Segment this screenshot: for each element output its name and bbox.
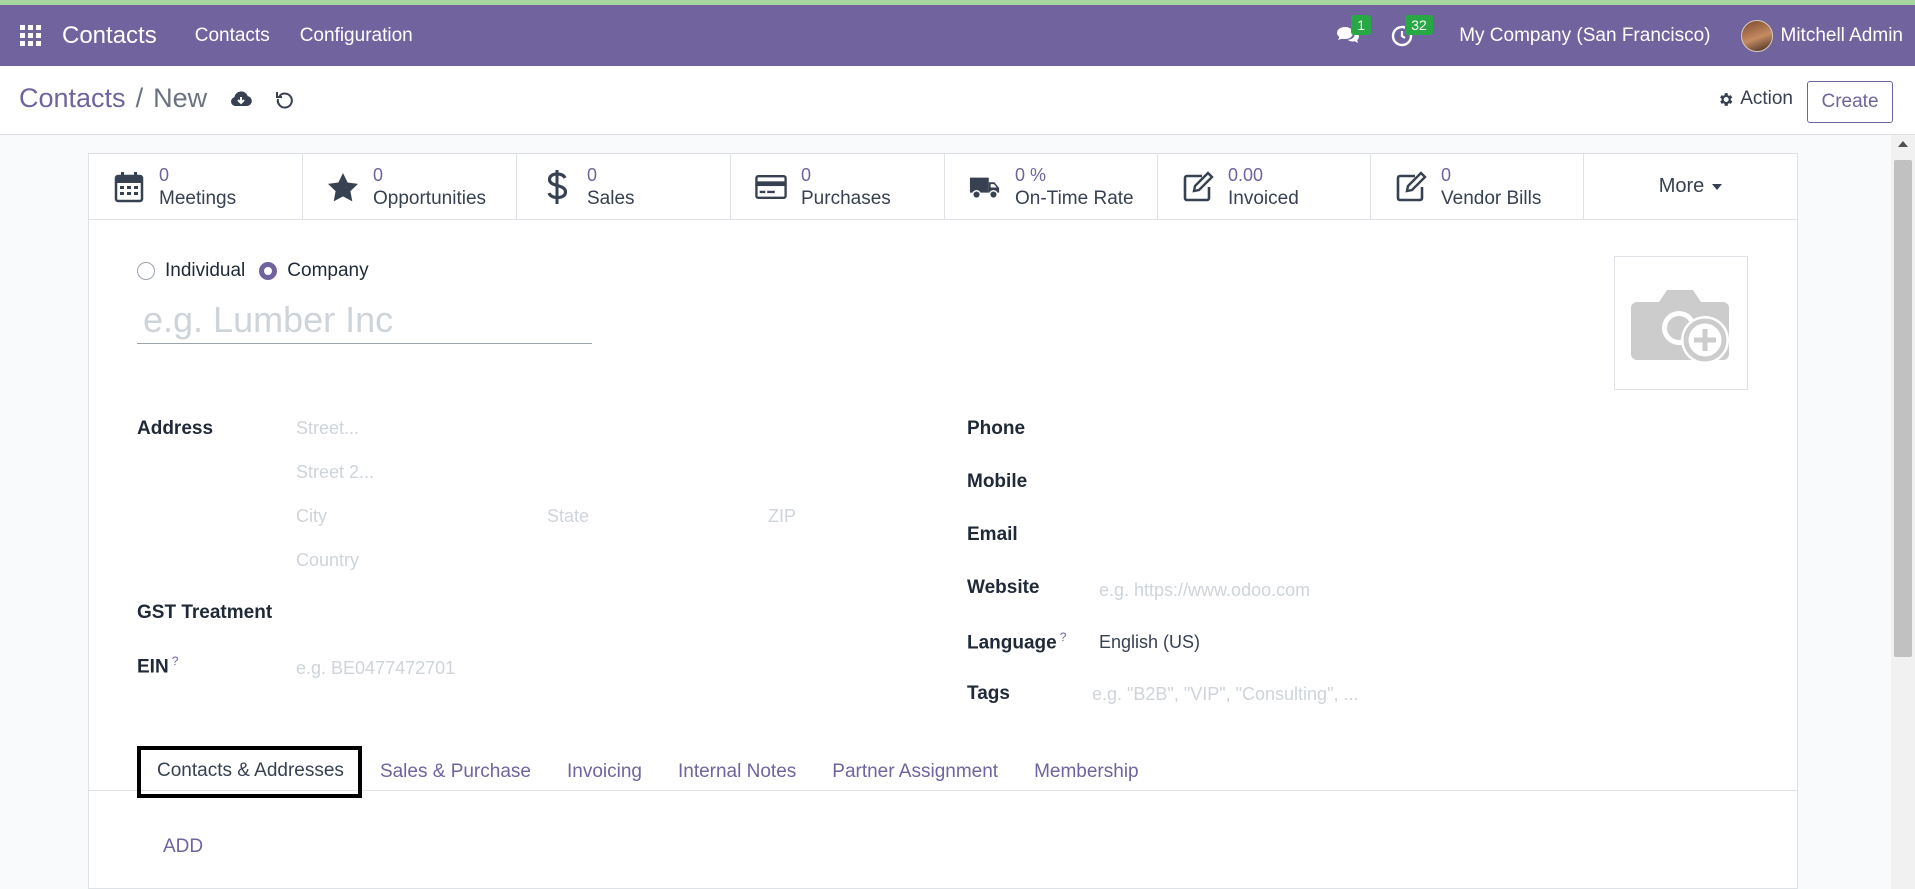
action-label: Action [1740,88,1793,109]
opportunities-smart-button[interactable]: 0 Opportunities [303,154,517,220]
on-time-rate-smart-button[interactable]: 0 % On-Time Rate [945,154,1158,220]
website-label: Website [967,577,1040,598]
tab-sales-purchase[interactable]: Sales & Purchase [380,761,531,783]
messages-icon[interactable]: 1 [1333,14,1371,51]
street2-input[interactable] [296,462,696,483]
tags-input[interactable] [1092,684,1512,705]
company-switcher[interactable]: My Company (San Francisco) [1459,25,1710,47]
activities-clock-icon[interactable]: 32 [1387,14,1433,51]
vendor-bills-count: 0 [1441,165,1452,185]
city-input[interactable] [296,506,496,527]
action-menu-button[interactable]: Action [1717,88,1793,110]
language-select[interactable]: English (US) [1099,632,1200,653]
menu-contacts[interactable]: Contacts [195,25,270,47]
tab-contacts-addresses[interactable]: Contacts & Addresses [137,746,362,798]
edit-icon [1395,170,1427,204]
street-input[interactable] [296,418,696,439]
meetings-smart-button[interactable]: 0 Meetings [89,154,303,220]
control-panel: Contacts / New Action Create [0,66,1915,135]
company-radio[interactable] [259,262,278,280]
tags-label: Tags [967,683,1010,704]
scroll-thumb[interactable] [1894,160,1912,657]
country-select[interactable] [296,550,696,571]
state-select[interactable] [547,506,747,527]
address-label: Address [137,418,214,439]
page-scrollbar[interactable] [1891,135,1915,889]
meetings-label: Meetings [159,188,237,209]
user-avatar[interactable] [1740,19,1773,52]
vendor-bills-smart-button[interactable]: 0 Vendor Bills [1371,154,1584,220]
ein-help-icon[interactable]: ? [172,654,179,668]
tab-invoicing[interactable]: Invoicing [567,761,642,783]
caret-down-icon [1712,183,1723,190]
meetings-count: 0 [159,165,170,185]
star-icon [327,170,359,204]
scroll-up-arrow-icon[interactable] [1898,141,1908,147]
truck-icon [969,170,1001,204]
invoiced-smart-button[interactable]: 0.00 Invoiced [1158,154,1371,220]
breadcrumb-separator: / [135,83,144,113]
save-cloud-icon[interactable] [229,89,253,109]
language-label-text: Language [967,632,1057,654]
purchases-count: 0 [801,165,812,185]
notebook-tabs: Contacts & Addresses Sales & Purchase In… [137,744,1175,800]
breadcrumb: Contacts / New [19,83,295,114]
ein-label: EIN? [137,654,178,678]
on-time-rate-label: On-Time Rate [1015,188,1134,209]
vendor-bills-label: Vendor Bills [1441,188,1542,209]
breadcrumb-contacts-link[interactable]: Contacts [19,83,126,114]
camera-add-icon [1631,290,1729,364]
email-label: Email [967,524,1018,545]
ein-input[interactable] [296,658,696,679]
main-navbar: Contacts Contacts Configuration 1 32 My … [0,5,1915,66]
navbar-systray: 1 32 My Company (San Francisco) Mitchell… [1333,5,1903,66]
more-label: More [1658,175,1705,197]
mobile-label: Mobile [967,471,1028,492]
user-menu[interactable]: Mitchell Admin [1781,25,1904,47]
company-type-selector: Individual Company [137,260,383,282]
apps-grid-icon[interactable] [20,24,42,47]
tab-membership[interactable]: Membership [1034,761,1139,783]
invoiced-amount: 0.00 [1228,165,1264,185]
add-contact-button[interactable]: ADD [163,836,203,858]
calendar-icon [113,170,145,204]
partner-name-input[interactable] [137,296,592,344]
more-smart-buttons-dropdown[interactable]: More [1584,154,1797,219]
sales-smart-button[interactable]: 0 Sales [517,154,731,220]
purchases-label: Purchases [801,188,891,209]
smart-buttons: 0 Meetings 0 Opportunities 0 Sales 0 Purchas… [89,154,1797,220]
discard-undo-icon[interactable] [275,89,295,109]
credit-card-icon [755,170,787,204]
sales-label: Sales [587,188,635,209]
gear-icon [1720,92,1733,106]
create-button[interactable]: Create [1807,81,1893,123]
opportunities-count: 0 [373,165,384,185]
edit-icon [1182,170,1214,204]
opportunities-label: Opportunities [373,188,487,209]
language-label: Language? [967,630,1066,654]
form-sheet: 0 Meetings 0 Opportunities 0 Sales 0 Purchas… [88,153,1798,889]
menu-configuration[interactable]: Configuration [300,25,413,47]
breadcrumb-current: New [153,83,208,113]
language-help-icon[interactable]: ? [1060,630,1067,644]
ein-label-text: EIN [137,656,169,678]
purchases-smart-button[interactable]: 0 Purchases [731,154,945,220]
on-time-rate-value: 0 % [1015,165,1047,185]
phone-label: Phone [967,418,1026,439]
individual-label[interactable]: Individual [165,260,245,282]
dollar-icon [541,170,573,204]
website-input[interactable] [1099,580,1519,601]
invoiced-label: Invoiced [1228,188,1299,209]
zip-input[interactable] [768,506,868,527]
activities-count-badge: 32 [1405,14,1433,35]
sales-count: 0 [587,165,598,185]
gst-treatment-label: GST Treatment [137,602,273,623]
tab-internal-notes[interactable]: Internal Notes [678,761,796,783]
image-upload[interactable] [1614,256,1748,390]
individual-radio[interactable] [137,262,155,280]
tab-partner-assignment[interactable]: Partner Assignment [832,761,998,783]
messages-count-badge: 1 [1351,14,1371,35]
company-label[interactable]: Company [287,260,368,282]
app-brand[interactable]: Contacts [62,22,157,50]
